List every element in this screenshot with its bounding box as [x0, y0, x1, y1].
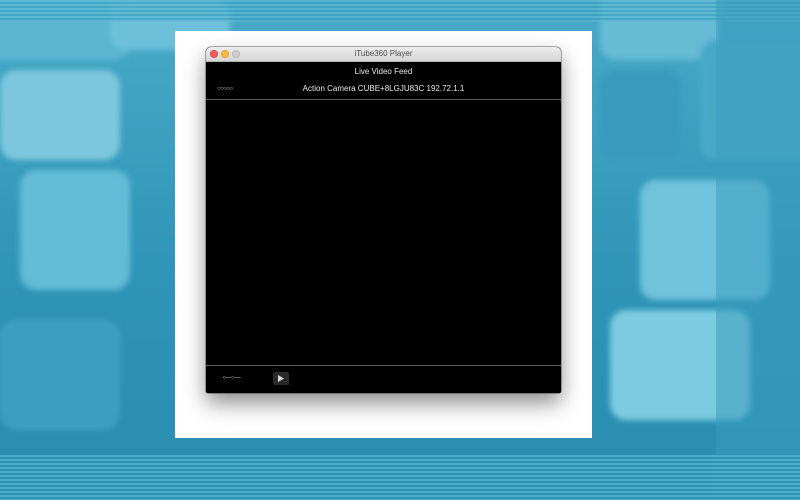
wallpaper-stripe: [0, 0, 800, 22]
camera-label: Action Camera CUBE+8LGJU83C 192.72.1.1: [302, 84, 465, 93]
wallpaper-tile: [0, 70, 120, 160]
wallpaper-tile: [0, 320, 120, 430]
feed-heading: Live Video Feed: [354, 67, 413, 76]
play-button[interactable]: [273, 372, 289, 385]
playback-progress[interactable]: ‹—○—: [223, 374, 241, 382]
player-window: iTube360 Player Live Video Feed ○○○○○ Ac…: [206, 47, 561, 393]
wallpaper-edge: [716, 0, 800, 500]
wallpaper-stripe: [0, 455, 800, 500]
video-view[interactable]: [206, 100, 561, 364]
wallpaper-tile: [600, 70, 680, 160]
wallpaper-tile: [20, 170, 130, 290]
play-icon: [278, 375, 284, 382]
window-title: iTube360 Player: [354, 49, 413, 58]
divider: [206, 365, 561, 366]
title-bar[interactable]: iTube360 Player: [206, 47, 561, 62]
